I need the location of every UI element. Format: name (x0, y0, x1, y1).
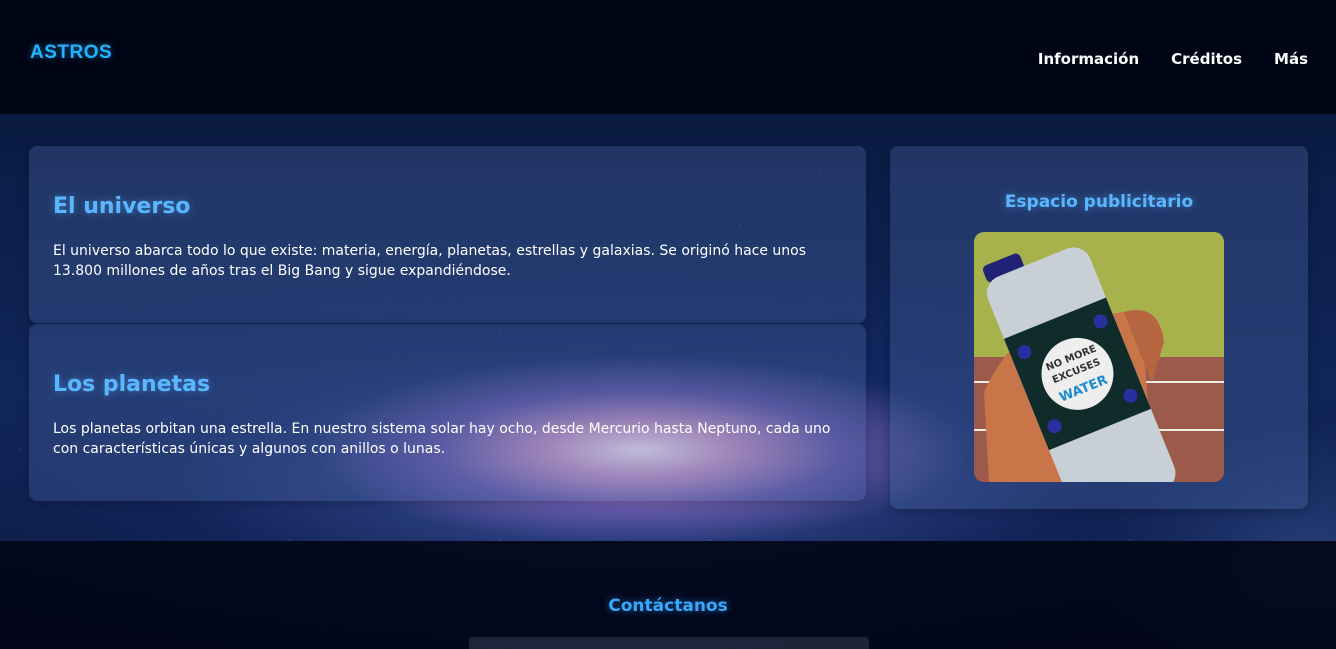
section-universe-card: El universo El universo abarca todo lo q… (29, 146, 866, 323)
section-title: El universo (53, 194, 191, 219)
nav-link-mas[interactable]: Más (1274, 50, 1308, 68)
site-footer: Contáctanos (0, 541, 1336, 649)
site-header: ASTROS Información Créditos Más (0, 0, 1336, 114)
section-title: Los planetas (53, 372, 211, 397)
contact-form-box[interactable] (469, 637, 869, 649)
ad-title: Espacio publicitario (1004, 192, 1194, 212)
section-planets-card: Los planetas Los planetas orbitan una es… (29, 324, 866, 501)
section-text: El universo abarca todo lo que existe: m… (53, 243, 807, 279)
site-logo[interactable]: ASTROS (30, 42, 112, 64)
section-text: Los planetas orbitan una estrella. En nu… (53, 421, 831, 457)
contact-title: Contáctanos (608, 596, 728, 616)
ad-image-water-bottle[interactable]: NO MORE EXCUSES WATER (974, 232, 1224, 482)
main-nav: Información Créditos Más (1038, 50, 1308, 68)
ad-card: Espacio publicitario NO MORE EXCUSES WAT… (890, 146, 1308, 509)
nav-link-creditos[interactable]: Créditos (1171, 50, 1242, 68)
nav-link-informacion[interactable]: Información (1038, 50, 1139, 68)
